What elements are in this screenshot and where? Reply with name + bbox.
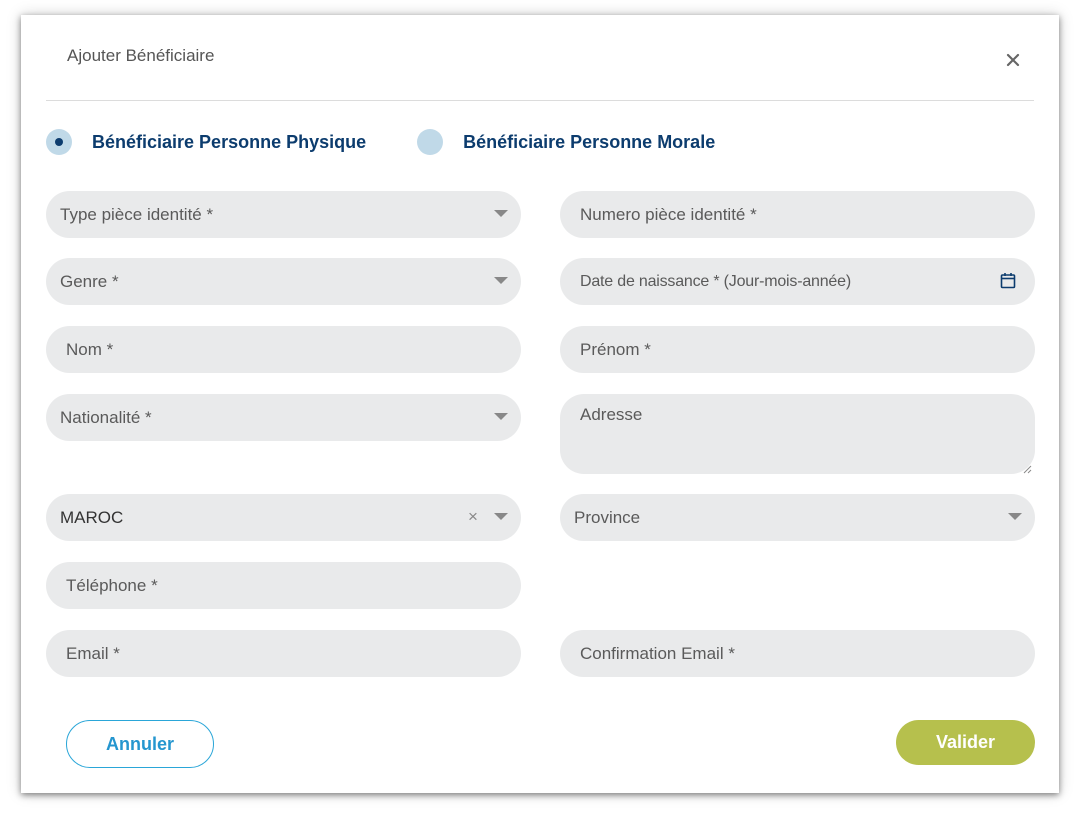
cancel-button[interactable]: Annuler (66, 720, 214, 768)
modal-title: Ajouter Bénéficiaire (67, 46, 215, 65)
email-placeholder: Email * (66, 644, 120, 663)
resize-handle-icon[interactable] (1022, 461, 1032, 474)
confirmation-email-input[interactable]: Confirmation Email * (560, 630, 1035, 677)
province-placeholder: Province (574, 508, 641, 527)
pays-value: MAROC (60, 508, 124, 527)
chevron-down-icon (494, 210, 508, 217)
numero-piece-placeholder: Numero pièce identité * (580, 205, 757, 224)
calendar-icon[interactable] (1000, 272, 1016, 289)
email-input[interactable]: Email * (46, 630, 521, 677)
telephone-placeholder: Téléphone * (66, 576, 158, 595)
confirmation-email-placeholder: Confirmation Email * (580, 644, 735, 663)
radio-dot-icon (55, 138, 63, 146)
radio-button-unselected[interactable] (417, 129, 444, 155)
date-naissance-placeholder: Date de naissance * (Jour-mois-année) (580, 273, 851, 290)
chevron-down-icon (494, 413, 508, 420)
telephone-input[interactable]: Téléphone * (46, 562, 521, 609)
radio-personne-morale[interactable]: Bénéficiaire Personne Morale (417, 129, 715, 155)
prenom-placeholder: Prénom * (580, 340, 651, 359)
province-select[interactable]: Province (560, 494, 1035, 541)
nom-input[interactable]: Nom * (46, 326, 521, 373)
numero-piece-input[interactable]: Numero pièce identité * (560, 191, 1035, 238)
nom-placeholder: Nom * (66, 340, 114, 359)
clear-icon[interactable]: × (468, 508, 480, 526)
adresse-placeholder: Adresse (580, 405, 643, 424)
chevron-down-icon (494, 513, 508, 520)
radio-button-selected[interactable] (46, 129, 72, 155)
beneficiary-type-radio-group: Bénéficiaire Personne Physique Bénéficia… (46, 127, 715, 157)
radio-label-physique: Bénéficiaire Personne Physique (92, 131, 367, 152)
radio-label-morale: Bénéficiaire Personne Morale (463, 131, 716, 152)
radio-personne-physique[interactable]: Bénéficiaire Personne Physique (46, 129, 366, 155)
pays-select[interactable]: MAROC × (46, 494, 521, 541)
date-naissance-input[interactable]: Date de naissance * (Jour-mois-année) (560, 258, 1035, 305)
close-icon[interactable] (1004, 51, 1022, 69)
nationalite-placeholder: Nationalité * (60, 408, 152, 427)
prenom-input[interactable]: Prénom * (560, 326, 1035, 373)
add-beneficiary-modal: Ajouter Bénéficiaire Bénéficiaire Person… (21, 15, 1059, 793)
genre-placeholder: Genre * (60, 272, 119, 291)
chevron-down-icon (494, 277, 508, 284)
modal-header: Ajouter Bénéficiaire (46, 15, 1034, 101)
chevron-down-icon (1008, 513, 1022, 520)
adresse-textarea[interactable]: Adresse (560, 394, 1035, 474)
nationalite-select[interactable]: Nationalité * (46, 394, 521, 441)
genre-select[interactable]: Genre * (46, 258, 521, 305)
type-piece-select[interactable]: Type pièce identité * (46, 191, 521, 238)
type-piece-placeholder: Type pièce identité * (60, 205, 214, 224)
validate-button[interactable]: Valider (896, 720, 1035, 765)
